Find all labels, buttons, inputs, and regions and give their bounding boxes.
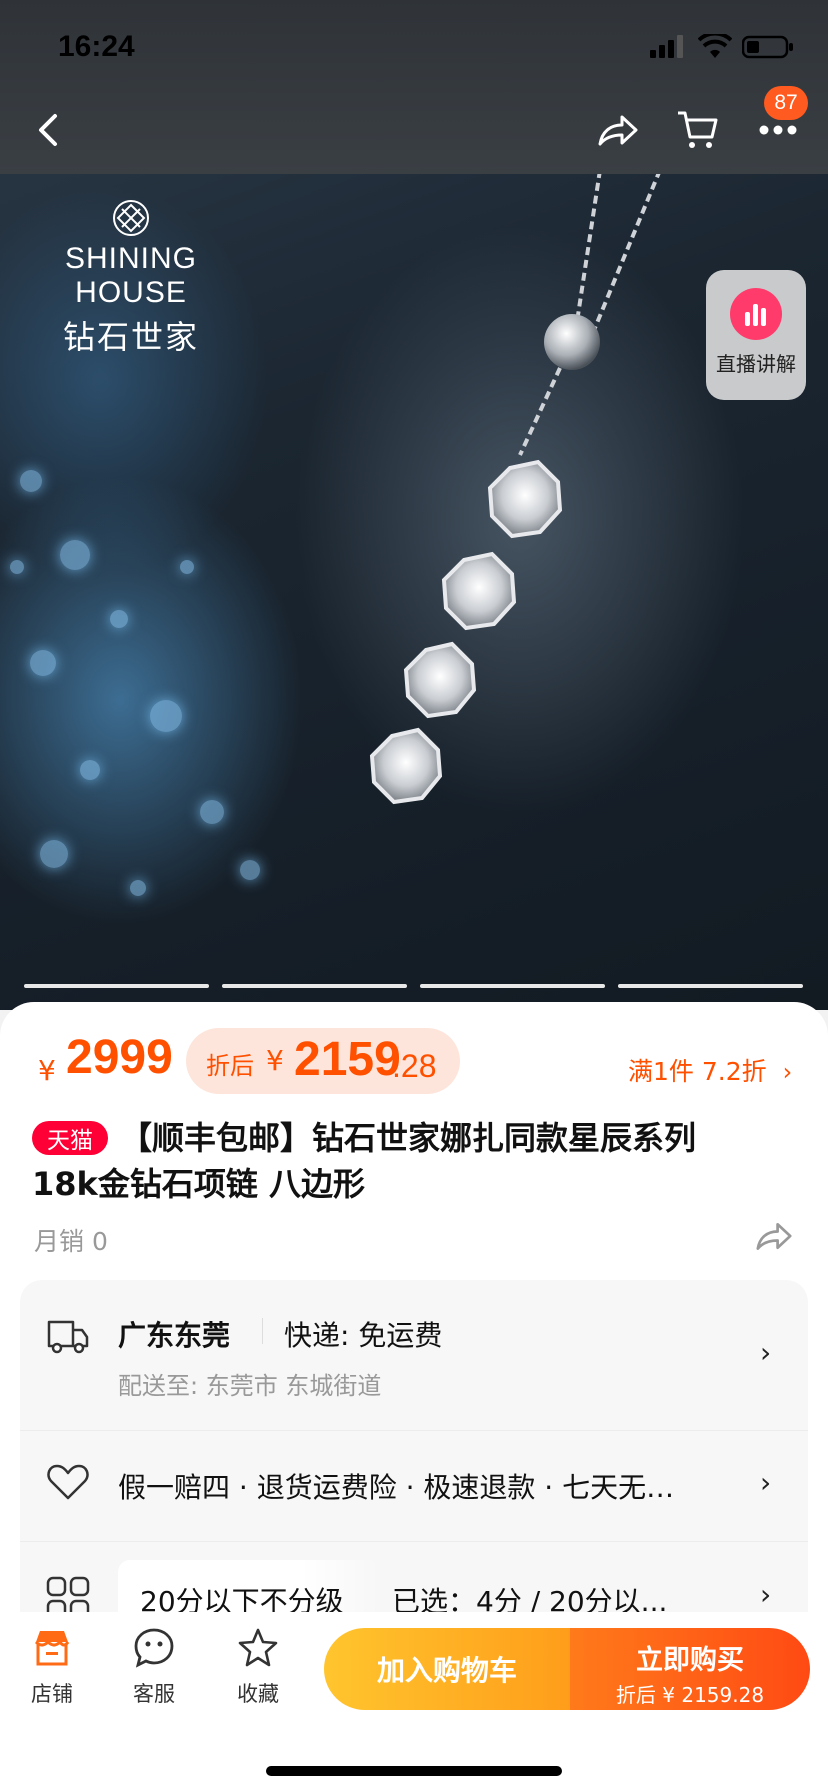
ship-destination: 配送至: 东莞市 东城街道 — [118, 1372, 382, 1400]
live-explain-label: 直播讲解 — [716, 352, 796, 376]
brand-emblem-icon — [113, 200, 149, 236]
gallery-indicator-active — [618, 984, 803, 988]
add-to-cart-button[interactable]: 加入购物车 — [324, 1628, 570, 1710]
bokeh-light — [110, 610, 128, 628]
message-count-badge: 87 — [764, 86, 808, 120]
chat-face-icon — [134, 1628, 174, 1668]
share-button[interactable] — [588, 100, 648, 160]
buy-now-button[interactable]: 立即购买 折后 ¥ 2159.28 — [570, 1628, 810, 1710]
chevron-right-icon: › — [760, 1578, 772, 1611]
bokeh-light — [20, 470, 42, 492]
more-dots-icon — [759, 125, 797, 135]
bokeh-light — [80, 760, 100, 780]
promo-text: 满1件 7.2折 — [628, 1057, 767, 1086]
promo-discount-link[interactable]: 满1件 7.2折 › — [628, 1052, 792, 1088]
price-currency: ¥ — [38, 1054, 56, 1087]
brand-name-cn: 钻石世家 — [62, 318, 199, 356]
bokeh-light — [200, 800, 224, 824]
bokeh-light — [40, 840, 68, 868]
necklace-pendant-image — [369, 170, 662, 805]
favorite-label: 收藏 — [237, 1682, 279, 1706]
customer-service-tab[interactable]: 客服 — [114, 1626, 194, 1708]
heart-guarantee-icon — [47, 1464, 89, 1500]
discount-price-pill: 折后 ¥ 2159 .28 — [186, 1028, 460, 1094]
favorite-tab[interactable]: 收藏 — [218, 1626, 298, 1708]
tmall-badge: 天猫 — [32, 1121, 108, 1155]
after-discount-label: 折后 — [206, 1052, 254, 1080]
bokeh-light — [150, 700, 182, 732]
bokeh-light — [30, 650, 56, 676]
top-navigation-bar: 16:24 87 — [0, 0, 828, 174]
customer-service-label: 客服 — [133, 1682, 175, 1706]
share-icon — [598, 115, 638, 146]
bokeh-light — [240, 860, 260, 880]
shop-tab-label: 店铺 — [31, 1682, 73, 1706]
bokeh-light — [10, 560, 24, 574]
shop-tab[interactable]: 店铺 — [12, 1626, 92, 1708]
divider — [262, 1318, 263, 1344]
store-icon — [34, 1631, 70, 1666]
bokeh-light — [130, 880, 146, 896]
brand-logo: SHINING HOUSE 钻石世家 — [26, 198, 236, 358]
original-price: 2999 — [66, 1031, 173, 1084]
chevron-right-icon: › — [760, 1336, 772, 1369]
gallery-indicator — [24, 984, 209, 988]
cart-button[interactable] — [668, 100, 728, 160]
product-title: 【顺丰包邮】钻石世家娜扎同款星辰系列18k金钻石项链 八边形 — [32, 1119, 697, 1203]
monthly-sales: 月销 0 — [34, 1227, 108, 1256]
live-explain-button[interactable]: 直播讲解 — [706, 270, 806, 400]
bokeh-light — [60, 540, 90, 570]
status-time: 16:24 — [58, 30, 135, 63]
wifi-icon — [698, 34, 732, 58]
ship-origin: 广东东莞 — [118, 1319, 231, 1352]
shipping-row[interactable] — [20, 1280, 808, 1430]
chevron-right-icon: › — [760, 1466, 772, 1499]
cellular-signal-icon — [650, 35, 683, 58]
buy-now-subtext: 折后 ¥ 2159.28 — [615, 1683, 765, 1707]
brand-name-en: SHINING HOUSE — [64, 242, 197, 309]
after-discount-decimal: .28 — [392, 1048, 437, 1084]
delivery-truck-icon — [47, 1320, 89, 1354]
home-indicator — [266, 1766, 562, 1776]
battery-icon — [742, 35, 793, 59]
after-discount-price: 2159 — [294, 1033, 401, 1086]
gallery-indicator — [420, 984, 605, 988]
buy-now-label: 立即购买 — [636, 1645, 744, 1676]
live-bars-icon — [730, 288, 782, 340]
after-discount-currency: ¥ — [266, 1044, 284, 1077]
guarantee-text: 假一赔四 · 退货运费险 · 极速退款 · 七天无… — [118, 1471, 675, 1504]
bokeh-light — [180, 560, 194, 574]
back-arrow-icon — [39, 114, 57, 146]
chevron-right-icon: › — [782, 1058, 793, 1086]
shopping-cart-icon — [678, 111, 718, 148]
share-icon — [756, 1222, 792, 1250]
star-icon — [238, 1628, 278, 1667]
ship-method: 快递: 免运费 — [284, 1319, 443, 1352]
back-button[interactable] — [20, 100, 80, 160]
title-share-button[interactable] — [754, 1218, 794, 1258]
gallery-indicator — [222, 984, 407, 988]
